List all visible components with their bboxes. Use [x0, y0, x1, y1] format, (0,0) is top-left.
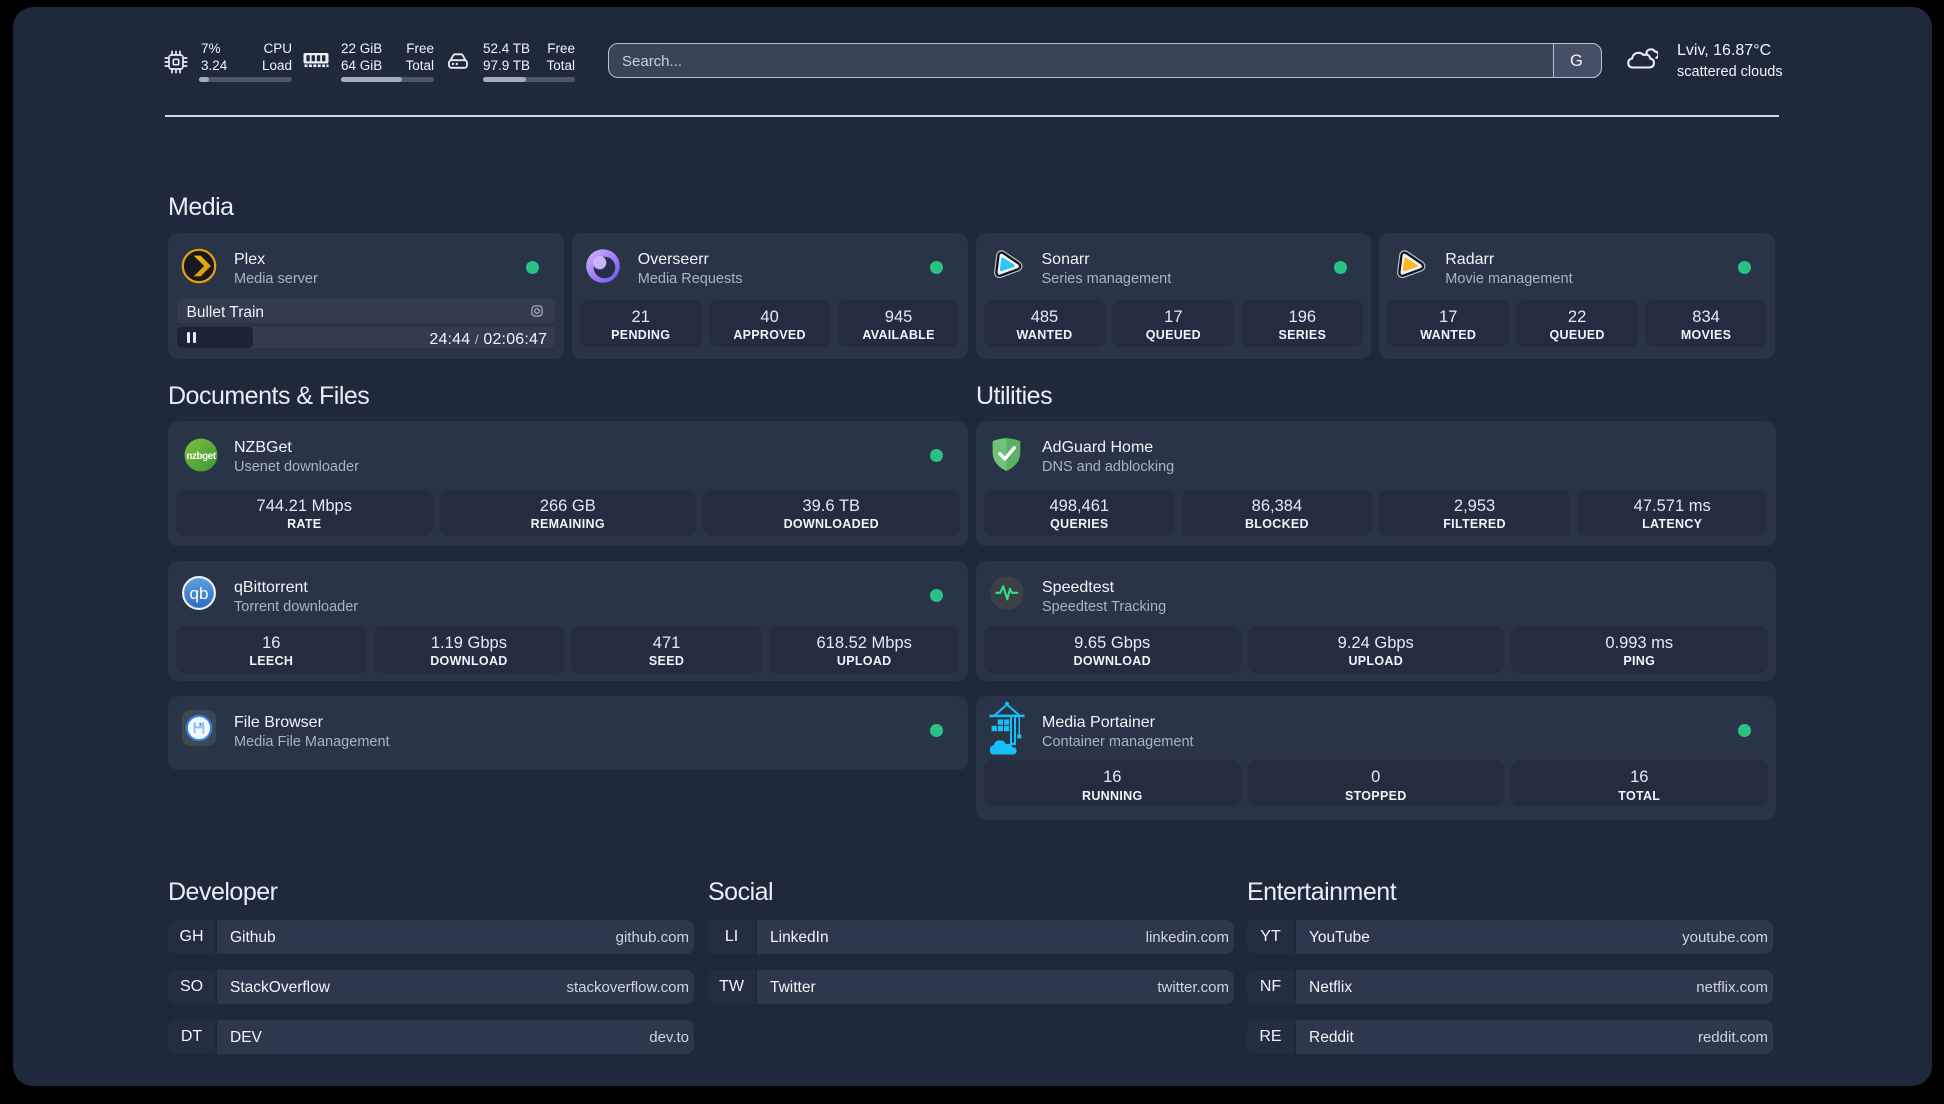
svg-text:qb: qb	[190, 584, 209, 603]
svg-text:nzbget: nzbget	[186, 451, 216, 462]
